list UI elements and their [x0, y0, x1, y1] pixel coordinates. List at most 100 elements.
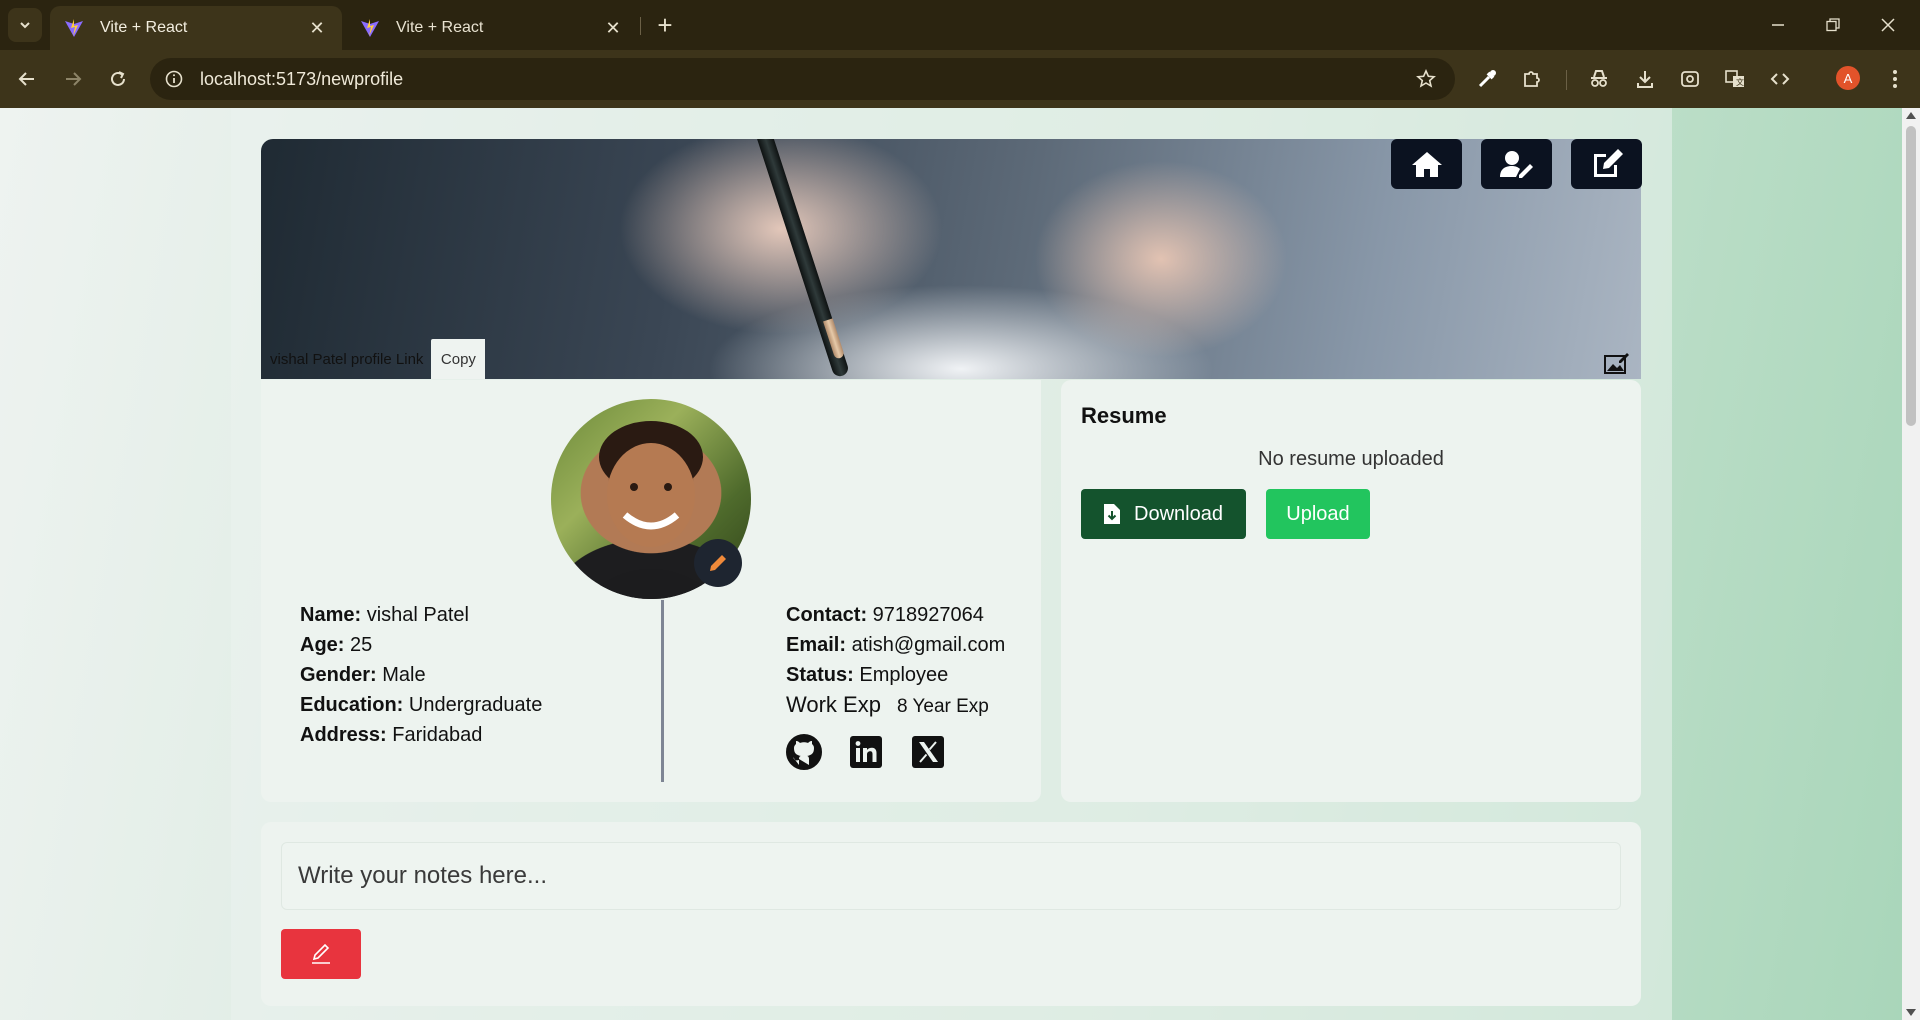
- file-download-icon: [1104, 504, 1121, 524]
- address-bar[interactable]: localhost:5173/newprofile: [150, 58, 1455, 100]
- linkedin-icon[interactable]: [848, 734, 884, 770]
- download-resume-button[interactable]: Download: [1081, 489, 1246, 539]
- browser-tab-active[interactable]: Vite + React ✕: [50, 6, 342, 50]
- field-label: Name:: [300, 604, 362, 626]
- reload-icon: [111, 71, 125, 86]
- edit-icon: [1593, 149, 1623, 177]
- info-name: Name: vishal Patel: [300, 600, 542, 630]
- work-exp-value: 8 Year Exp: [896, 696, 989, 717]
- close-icon: [1881, 18, 1895, 32]
- info-gender: Gender: Male: [300, 660, 542, 690]
- info-status: Status: Employee: [786, 660, 1005, 690]
- edit-profile-button[interactable]: [1571, 139, 1642, 189]
- forward-button[interactable]: [55, 61, 91, 97]
- home-button[interactable]: [1391, 139, 1462, 189]
- info-work-exp: Work Exp 8 Year Exp: [786, 690, 1005, 722]
- field-value: Employee: [859, 664, 949, 686]
- info-age: Age: 25: [300, 630, 542, 660]
- browser-toolbar: localhost:5173/newprofile 文: [0, 50, 1920, 108]
- field-value: Faridabad: [392, 724, 483, 746]
- download-icon[interactable]: [1630, 64, 1660, 94]
- resume-empty-text: No resume uploaded: [1258, 448, 1444, 470]
- restore-button[interactable]: [1813, 8, 1853, 42]
- info-email: Email: atish@gmail.com: [786, 630, 1005, 660]
- profile-link-label: vishal Patel profile Link: [270, 350, 424, 368]
- reload-button[interactable]: [100, 61, 136, 97]
- scrollbar-thumb[interactable]: [1906, 126, 1916, 426]
- svg-text:文: 文: [1736, 77, 1744, 87]
- new-tab-button[interactable]: +: [650, 10, 680, 40]
- translate-icon[interactable]: 文: [1720, 64, 1750, 94]
- resume-title: Resume: [1081, 403, 1167, 428]
- pencil-icon: [312, 943, 330, 964]
- field-value: Male: [382, 664, 426, 686]
- tab-separator: [640, 17, 641, 35]
- eyedropper-extension-icon[interactable]: [1472, 64, 1502, 94]
- scroll-down-icon[interactable]: [1906, 1009, 1916, 1016]
- close-icon[interactable]: ✕: [602, 17, 624, 39]
- close-icon[interactable]: ✕: [306, 17, 328, 39]
- github-icon[interactable]: [786, 734, 822, 770]
- more-menu-icon[interactable]: [1880, 64, 1910, 94]
- tab-title: Vite + React: [396, 19, 484, 36]
- devtools-code-icon[interactable]: [1765, 64, 1795, 94]
- profile-link-bar: vishal Patel profile Link Copy: [261, 339, 486, 379]
- browser-tab[interactable]: Vite + React ✕: [346, 6, 638, 50]
- field-label: Age:: [300, 634, 345, 656]
- tab-search-button[interactable]: [8, 8, 42, 42]
- profile-divider: [661, 600, 664, 782]
- close-window-button[interactable]: [1868, 8, 1908, 42]
- info-address: Address: Faridabad: [300, 720, 542, 750]
- arrow-left-icon: [18, 72, 34, 86]
- field-label: Status:: [786, 664, 854, 686]
- back-button[interactable]: [9, 61, 45, 97]
- extensions-puzzle-icon[interactable]: [1517, 64, 1547, 94]
- browser-profile-avatar[interactable]: A: [1836, 66, 1860, 90]
- site-info-icon[interactable]: [162, 67, 186, 91]
- edit-user-button[interactable]: [1481, 139, 1552, 189]
- save-notes-button[interactable]: [281, 929, 361, 979]
- work-exp-label: Work Exp: [786, 692, 881, 717]
- page-scrollbar[interactable]: [1902, 108, 1920, 1020]
- copy-link-button[interactable]: Copy: [431, 339, 486, 379]
- browser-tab-strip: Vite + React ✕ Vite + React ✕ +: [0, 0, 1920, 50]
- field-label: Address:: [300, 724, 387, 746]
- download-label: Download: [1134, 502, 1223, 525]
- user-edit-icon: [1499, 151, 1533, 178]
- minimize-icon: [1772, 24, 1784, 26]
- field-value: vishal Patel: [366, 604, 469, 626]
- screenshot-icon[interactable]: [1675, 64, 1705, 94]
- edit-avatar-button[interactable]: [694, 539, 742, 587]
- toolbar-separator: [1566, 70, 1567, 90]
- vite-logo-icon: [65, 19, 83, 37]
- upload-resume-button[interactable]: Upload: [1266, 489, 1370, 539]
- field-label: Contact:: [786, 604, 868, 626]
- arrow-right-icon: [66, 72, 82, 86]
- scroll-up-icon[interactable]: [1906, 112, 1916, 119]
- change-cover-image-icon[interactable]: [1604, 352, 1630, 374]
- social-links: [786, 734, 946, 770]
- bookmark-star-icon[interactable]: [1411, 64, 1441, 94]
- contact-info-list: Contact: 9718927064 Email: atish@gmail.c…: [786, 600, 1005, 722]
- resume-card: [1061, 380, 1641, 802]
- tab-title: Vite + React: [100, 19, 188, 36]
- field-label: Email:: [786, 634, 847, 656]
- incognito-icon[interactable]: [1584, 64, 1614, 94]
- home-icon: [1411, 152, 1442, 177]
- url-text: localhost:5173/newprofile: [200, 68, 404, 89]
- pencil-icon: [710, 555, 726, 571]
- field-value: 9718927064: [872, 604, 984, 626]
- personal-info-list: Name: vishal Patel Age: 25 Gender: Male …: [300, 600, 542, 750]
- chevron-down-icon: [20, 22, 30, 29]
- notes-input[interactable]: [281, 842, 1621, 910]
- info-education: Education: Undergraduate: [300, 690, 542, 720]
- field-label: Education:: [300, 694, 404, 716]
- vite-logo-icon: [361, 19, 379, 37]
- field-value: Undergraduate: [408, 694, 543, 716]
- restore-icon: [1826, 18, 1840, 32]
- x-twitter-icon[interactable]: [910, 734, 946, 770]
- info-contact: Contact: 9718927064: [786, 600, 1005, 630]
- minimize-button[interactable]: [1758, 8, 1798, 42]
- field-value: atish@gmail.com: [851, 634, 1006, 656]
- field-value: 25: [350, 634, 373, 656]
